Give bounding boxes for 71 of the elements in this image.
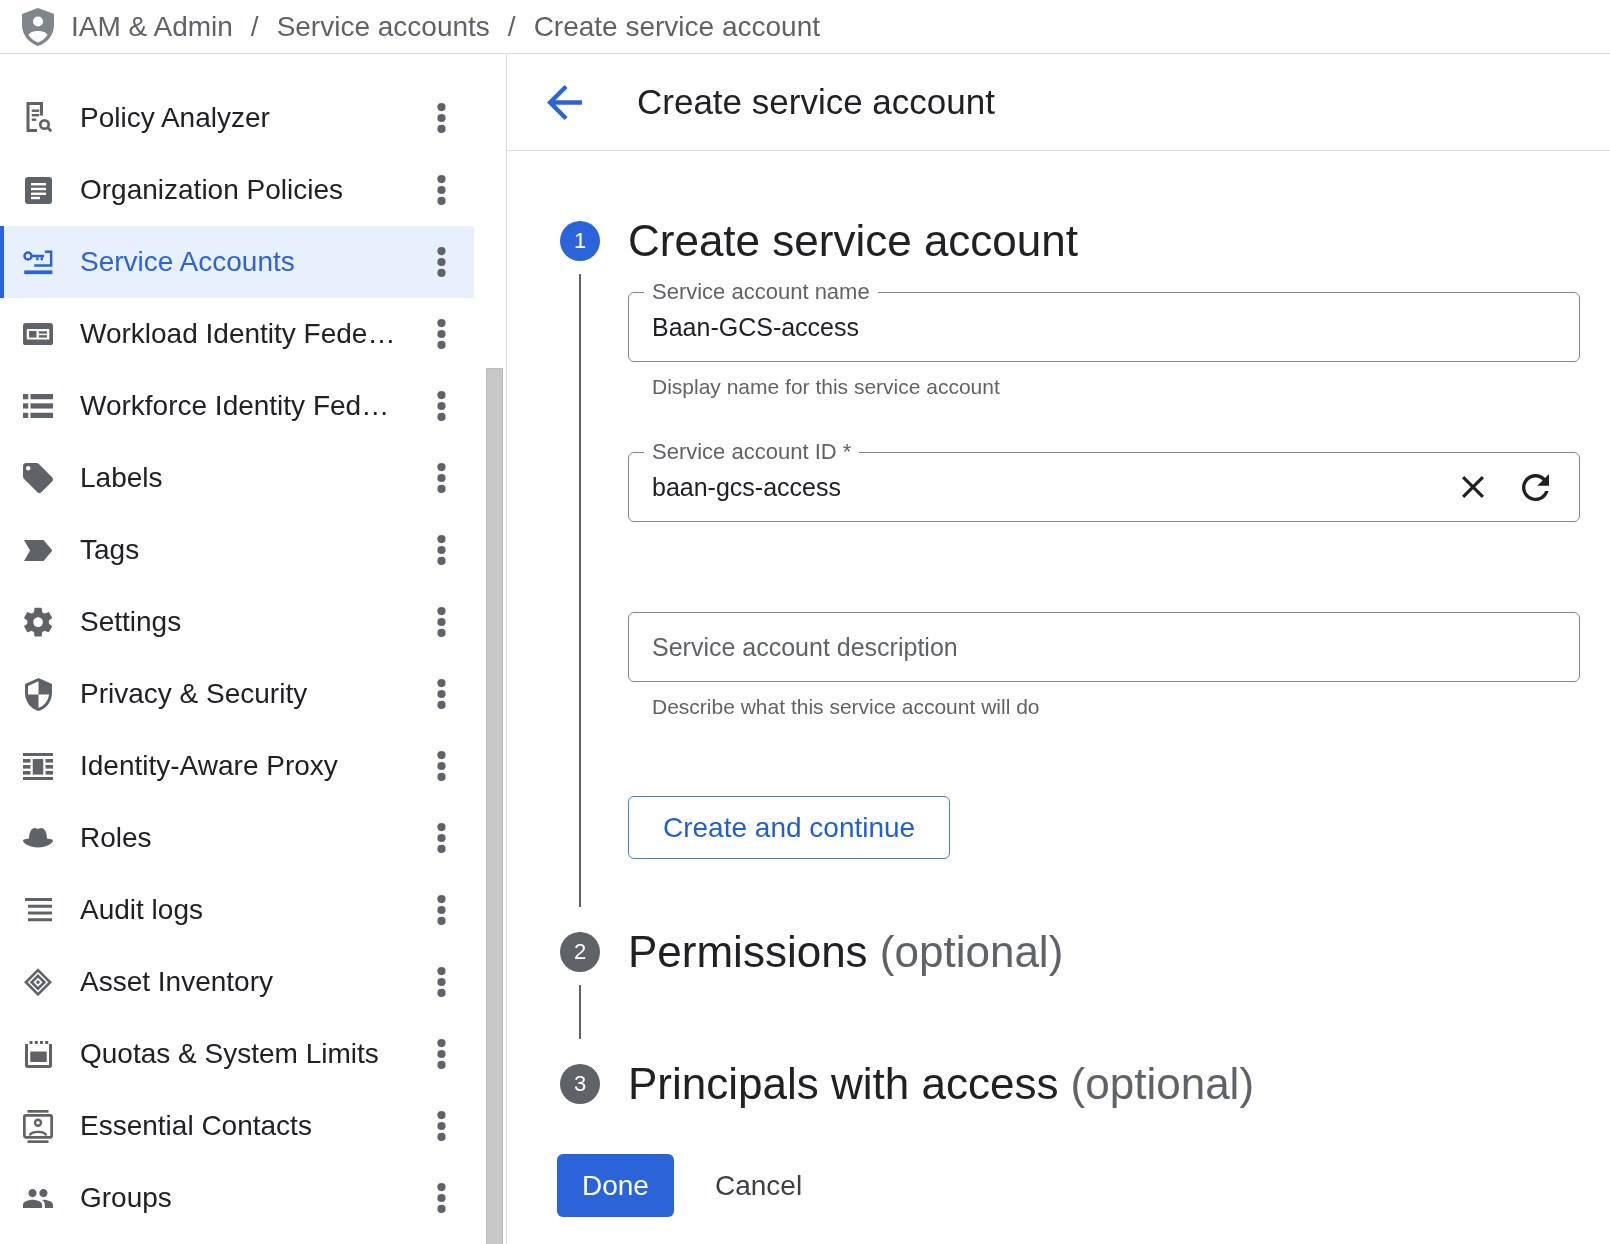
kebab-menu-icon[interactable] [437,823,446,853]
sidebar-item[interactable]: Audit logs [0,874,474,946]
kebab-menu-icon[interactable] [437,1039,446,1069]
sidebar-item[interactable]: Essential Contacts [0,1090,474,1162]
kebab-menu-icon[interactable] [437,391,446,421]
kebab-menu-icon[interactable] [437,1183,446,1213]
step-title: Principals with access (optional) [628,1059,1255,1109]
page-title: Create service account [637,82,995,122]
sidebar-item[interactable]: Policy Analyzer [0,82,474,154]
sidebar-item[interactable]: Identity-Aware Proxy [0,730,474,802]
kebab-menu-icon[interactable] [437,535,446,565]
sidebar-item[interactable]: Labels [0,442,474,514]
kebab-menu-icon[interactable] [437,967,446,997]
sidebar-item[interactable]: Organization Policies [0,154,474,226]
sidebar-item[interactable]: Service Accounts [0,226,474,298]
people-icon [23,1187,53,1209]
sidebar-item[interactable]: Workforce Identity Fed… [0,370,474,442]
step-title: Permissions (optional) [628,927,1064,977]
grid-bars-icon [23,752,53,780]
kebab-menu-icon[interactable] [437,895,446,925]
kebab-menu-icon[interactable] [437,103,446,133]
shield-icon [24,677,52,711]
kebab-menu-icon[interactable] [437,247,446,277]
diamond-icon [23,967,53,997]
key-card-icon [23,247,53,277]
create-and-continue-button[interactable]: Create and continue [628,796,951,859]
document-search-icon [24,102,52,134]
sidebar-item[interactable]: Workload Identity Fede… [0,298,474,370]
breadcrumb-separator: / [507,10,516,43]
helper-text: Describe what this service account will do [652,695,1040,718]
sidebar-item[interactable]: Quotas & System Limits [0,1018,474,1090]
label-icon [23,539,53,561]
cancel-button[interactable]: Cancel [702,1154,815,1217]
kebab-menu-icon[interactable] [437,175,446,205]
breadcrumb-current: Create service account [533,10,820,43]
refresh-icon[interactable] [1522,473,1549,501]
sidebar-item[interactable]: Tags [0,514,474,586]
scrollbar-thumb[interactable] [486,368,503,1244]
step-number: 3 [560,1064,600,1104]
settings-icon [23,606,53,638]
kebab-menu-icon[interactable] [437,463,446,493]
document-icon [24,176,52,204]
close-icon[interactable] [1462,476,1484,498]
box-icon [24,1040,52,1068]
sidebar-item[interactable]: Settings [0,586,474,658]
breadcrumb-separator: / [250,10,259,43]
sidebar-item[interactable]: Asset Inventory [0,946,474,1018]
step-number: 1 [560,221,600,261]
kebab-menu-icon[interactable] [437,607,446,637]
step-number: 2 [560,932,600,972]
lines-icon [24,898,52,922]
breadcrumb-link[interactable]: IAM & Admin [71,10,233,43]
kebab-menu-icon[interactable] [437,1111,446,1141]
hat-icon [23,828,53,848]
sidebar-item[interactable]: Privacy & Security [0,658,474,730]
text-field[interactable]: Service account description [628,612,1580,682]
step-title: Create service account [628,216,1078,266]
done-button[interactable]: Done [557,1154,674,1217]
sidebar-item[interactable]: Roles [0,802,474,874]
kebab-menu-icon[interactable] [437,319,446,349]
contact-card-icon [23,1109,53,1143]
kebab-menu-icon[interactable] [437,751,446,781]
shield-user-icon [22,7,54,46]
helper-text: Display name for this service account [652,375,1000,398]
tag-icon [23,463,53,493]
kebab-menu-icon[interactable] [437,679,446,709]
sidebar-item[interactable]: Groups [0,1162,474,1234]
breadcrumb-link[interactable]: Service accounts [276,10,490,43]
back-arrow-icon[interactable] [547,84,582,120]
id-card-icon [23,322,53,346]
list-icon [23,394,53,418]
